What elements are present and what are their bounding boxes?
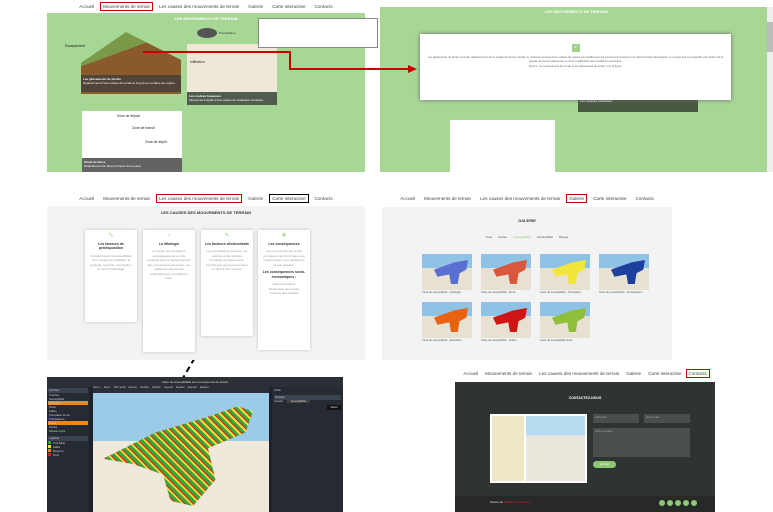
message-textarea[interactable]: Votre message [593, 428, 690, 457]
filter-vulnerability[interactable]: Vulnérabilité [537, 235, 553, 239]
gis-title: Carte de susceptibilité aux mouvements d… [47, 377, 343, 387]
card-text: Les précipitations intenses, les séismes… [206, 249, 248, 271]
nav-causes[interactable]: Les causes des mouvements de terrain [478, 195, 562, 202]
linkedin-icon[interactable] [675, 500, 681, 506]
section-title: Les causes des mouvements de terrain [160, 210, 252, 215]
nav-bar: Accueil Mouvements de terrain Les causes… [382, 190, 672, 207]
legend-swatch [48, 449, 51, 452]
panel-gallery: Accueil Mouvements de terrain Les causes… [382, 190, 672, 360]
section-title: Contactez-nous [568, 396, 602, 400]
location-map [490, 414, 587, 483]
panel-webgis: Carte de susceptibilité aux mouvements d… [47, 377, 343, 512]
bulb-icon: ♁ [166, 233, 172, 239]
gallery-caption: Carte de susceptibilité - Pente [481, 291, 516, 294]
map-view[interactable] [93, 393, 269, 512]
gallery-item[interactable]: Carte de susceptibilité - Précipitations [599, 254, 649, 294]
legend-swatch [48, 445, 51, 448]
card-title: La lithologie [158, 241, 180, 246]
nav-landslides[interactable]: Mouvements de terrain [422, 195, 473, 202]
nav-map[interactable]: Carte interactive [646, 370, 683, 377]
layer-panel: Couches Couches Susceptibilité Lithologie P… [47, 387, 89, 512]
nav-bar: Accueil Mouvements de terrain Les causes… [455, 365, 715, 382]
nav-home[interactable]: Accueil [77, 195, 96, 202]
nav-landslides[interactable]: Mouvements de terrain [483, 370, 534, 377]
nav-map[interactable]: Carte interactive [591, 195, 628, 202]
gallery-caption: Carte de susceptibilité - Lithologie [422, 291, 461, 294]
gallery-item[interactable]: Carte de susceptibilité - Failles [481, 302, 531, 342]
card-text: La nature des formations géologiques jou… [147, 249, 191, 280]
gallery-item[interactable]: Carte de susceptibilité - Exposition [422, 302, 472, 342]
nav-home[interactable]: Accueil [461, 370, 480, 377]
nav-landslides[interactable]: Mouvements de terrain [101, 195, 152, 202]
layer-select[interactable]: Susceptibilité [286, 400, 310, 403]
legend-label: Forte [53, 454, 60, 457]
gallery-item[interactable]: Carte de susceptibilité - Occupation [540, 254, 590, 294]
legend-swatch [48, 453, 51, 456]
gallery-caption: Carte de susceptibilité - Exposition [422, 339, 462, 342]
layer-item[interactable]: Réseau hydro [48, 429, 88, 433]
list-item: Coupure des réseaux [269, 291, 299, 295]
name-input[interactable]: Votre nom [593, 414, 639, 423]
filter-susceptibility[interactable]: Susceptibilité [513, 235, 531, 239]
card-text: Ils déterminent la susceptibilité d'un v… [90, 253, 132, 272]
gallery-caption: Carte de susceptibilité finale [540, 339, 573, 342]
social-icons [659, 500, 697, 506]
card-subtitle: Les conséquences socio-économiques : [262, 270, 306, 279]
gallery-filters: Tous Cartes Susceptibilité Vulnérabilité… [382, 235, 672, 239]
cause-card: ❖ Les conséquences Les mouvements de terra… [258, 230, 310, 350]
card-title: Les facteurs de prédisposition [98, 241, 124, 251]
gallery-item[interactable]: Carte de susceptibilité finale [540, 302, 590, 342]
filter-all[interactable]: Tous [486, 235, 492, 239]
nav-contacts[interactable]: Contacts [313, 195, 335, 202]
gallery-item[interactable]: Carte de susceptibilité - Lithologie [422, 254, 472, 294]
footer-link[interactable]: Mouvements de terrain [504, 501, 531, 504]
panel-causes: Accueil Mouvements de terrain Les causes… [47, 190, 365, 360]
nav-contacts[interactable]: Contacts [634, 195, 656, 202]
nav-gallery[interactable]: Galerie [566, 194, 588, 203]
footer-text: Réalisé par [490, 501, 504, 504]
panel-contact: Accueil Mouvements de terrain Les causes… [455, 365, 715, 512]
legend-item: Forte [48, 453, 88, 457]
tools-panel: Outils Requête Couche Susceptibilité Val… [272, 387, 343, 512]
filter-risk[interactable]: Risque [559, 235, 568, 239]
filter-maps[interactable]: Cartes [498, 235, 507, 239]
footer: Réalisé par Mouvements de terrain [455, 496, 715, 512]
instagram-icon[interactable] [691, 500, 697, 506]
cause-card: ♁ La lithologie La nature des formations g… [143, 230, 195, 352]
leaf-icon: ✎ [108, 233, 114, 239]
send-button[interactable]: Envoyer [593, 461, 616, 468]
nav-causes[interactable]: Les causes des mouvements de terrain [537, 370, 621, 377]
facebook-icon[interactable] [659, 500, 665, 506]
query-button[interactable]: Valider [327, 405, 341, 410]
map-icon: ❖ [281, 233, 287, 239]
gallery-caption: Carte de susceptibilité - Précipitations [599, 291, 643, 294]
gallery-caption: Carte de susceptibilité - Failles [481, 339, 517, 342]
nav-gallery[interactable]: Galerie [624, 370, 643, 377]
section-title: Galerie [518, 218, 536, 223]
field-label: Couche [274, 400, 283, 403]
nav-bar: Accueil Mouvements de terrain Les causes… [47, 190, 365, 206]
nav-causes[interactable]: Les causes des mouvements de terrain [156, 193, 243, 203]
email-input[interactable]: Votre email [644, 414, 690, 423]
card-title: Les facteurs déclenchants [205, 241, 249, 246]
card-title: Les conséquences [268, 241, 300, 246]
leaf-icon: ✎ [224, 233, 230, 239]
legend-swatch [48, 441, 51, 444]
nav-map[interactable]: Carte interactive [269, 193, 309, 203]
twitter-icon[interactable] [667, 500, 673, 506]
card-text: Les mouvements de terrain provoquent des… [262, 249, 306, 267]
panel-header: Outils [274, 389, 281, 392]
gallery-item[interactable]: Carte de susceptibilité - Pente [481, 254, 531, 294]
google-icon[interactable] [683, 500, 689, 506]
nav-home[interactable]: Accueil [398, 195, 417, 202]
gallery-caption: Carte de susceptibilité - Occupation [540, 291, 581, 294]
nav-contacts[interactable]: Contacts [685, 369, 710, 378]
nav-gallery[interactable]: Galerie [246, 195, 265, 202]
cause-card: ✎ Les facteurs de prédisposition Ils déter… [85, 230, 137, 322]
cause-card: ✎ Les facteurs déclenchants Les précipitat… [201, 230, 253, 336]
